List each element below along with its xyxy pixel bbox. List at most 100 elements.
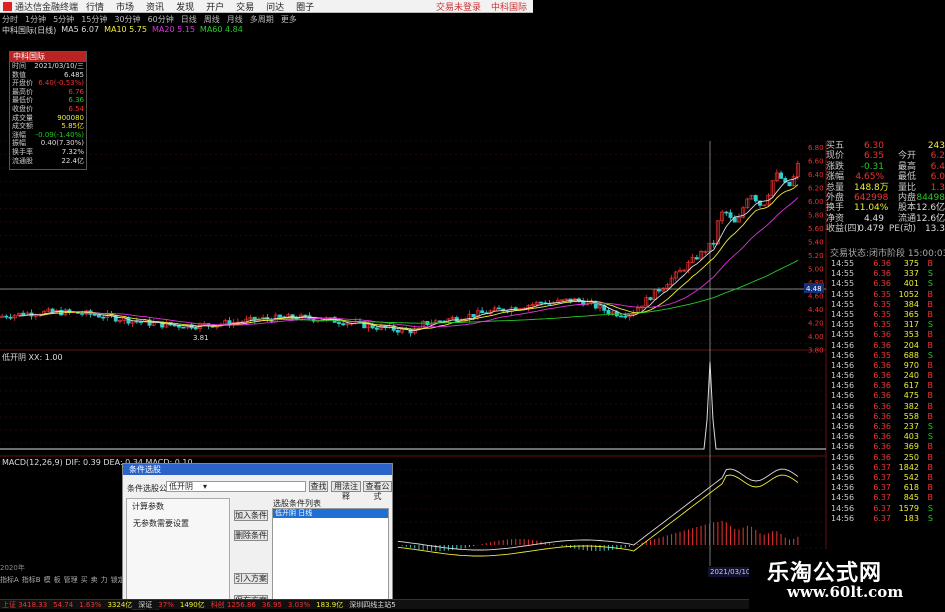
bar-info-key: 开盘价 (12, 79, 33, 88)
tick-row[interactable]: 14:55 6.36 337 S (831, 269, 945, 279)
index-status-item: 1.63% (79, 600, 102, 609)
tick-row[interactable]: 14:56 6.36 558 B (831, 412, 945, 422)
usage-notes-button[interactable]: 用法注释 (331, 481, 361, 501)
tick-direction: S (927, 350, 933, 360)
tick-row[interactable]: 14:55 6.35 384 B (831, 300, 945, 310)
tick-direction: B (927, 330, 934, 340)
quote-value: 4.65% (855, 172, 884, 183)
price-axis-label: 5.80 (808, 212, 824, 220)
tick-price: 6.35 (873, 350, 891, 360)
quote-label: 收益(四) (826, 224, 861, 235)
candle-body (779, 172, 784, 179)
indicator-tab[interactable]: 买 (81, 575, 88, 584)
import-scheme-button[interactable]: 引入方案 (234, 573, 268, 584)
bar-info-value: 7.32% (61, 147, 84, 156)
tick-volume: 375 (903, 259, 919, 268)
quote-label: 现价 (826, 151, 845, 162)
tick-list[interactable]: 14:55 6.36 375 B 14:55 6.36 337 S 14:55 6.36 401 S 1… (831, 259, 945, 524)
candle-body (539, 301, 544, 304)
view-formula-button[interactable]: 查看公式 (363, 481, 392, 501)
indicator-tab[interactable]: 模 (44, 575, 51, 584)
tick-row[interactable]: 14:56 6.36 240 B (831, 371, 945, 381)
tick-row[interactable]: 14:56 6.36 382 B (831, 402, 945, 412)
candle-body (50, 308, 55, 313)
indicator-tab[interactable]: 板 (54, 575, 61, 584)
formula-select[interactable]: 低开阴 ▾ (166, 481, 306, 492)
bar-info-row: 成交额 5.85亿 (10, 122, 86, 131)
tick-row[interactable]: 14:56 6.37 618 B (831, 483, 945, 493)
tick-row[interactable]: 14:56 6.37 1842 B (831, 463, 945, 473)
bar-info-key: 流通股 (12, 156, 33, 165)
tick-row[interactable]: 14:55 6.35 1052 B (831, 290, 945, 300)
tick-time: 14:56 (831, 391, 855, 401)
tick-price: 6.37 (873, 513, 891, 523)
tick-row[interactable]: 14:56 6.36 204 B (831, 341, 945, 351)
tick-row[interactable]: 14:56 6.36 475 B (831, 391, 945, 401)
indicator-tab[interactable]: 指标A (0, 575, 19, 584)
delete-condition-button[interactable]: 删除条件 (234, 530, 268, 541)
candle-body (694, 257, 699, 260)
bar-info-value: 6.76 (68, 87, 84, 96)
tick-time: 14:55 (831, 320, 855, 330)
bar-info-key: 换手率 (12, 147, 33, 156)
tick-volume: 353 (903, 330, 919, 340)
candle-body (728, 212, 733, 218)
tick-row[interactable]: 14:56 6.36 237 S (831, 422, 945, 432)
query-button[interactable]: 查找 (309, 481, 328, 492)
tick-price: 6.37 (873, 503, 891, 513)
tick-row[interactable]: 14:56 6.36 403 S (831, 432, 945, 442)
year-label: 2020年 (0, 564, 25, 572)
tick-row[interactable]: 14:56 6.36 250 B (831, 453, 945, 463)
index-status-item: 36.95 (261, 600, 282, 609)
candle-body (656, 289, 661, 292)
bar-info-key: 最低价 (12, 96, 33, 105)
tick-row[interactable]: 14:56 6.36 970 B (831, 361, 945, 371)
tick-volume: 1842 (898, 462, 919, 472)
tick-volume: 384 (903, 299, 919, 309)
tick-row[interactable]: 14:56 6.37 542 B (831, 473, 945, 483)
quote-row: 涨跌 -0.31 最高 6.4 (826, 162, 945, 172)
bar-info-key: 成交量 (12, 113, 33, 122)
tick-time: 14:55 (831, 309, 855, 319)
quote-label: 最低 (897, 172, 916, 183)
bar-info-box: 中科国际 时间 2021/03/10/三 数值 6.485 开盘价 6.40(-0.53%… (9, 51, 87, 170)
tick-volume: 237 (903, 422, 919, 431)
add-condition-button[interactable]: 加入条件 (234, 510, 268, 521)
candle-body (471, 314, 476, 318)
candle-body (139, 321, 144, 323)
tick-row[interactable]: 14:55 6.35 317 S (831, 320, 945, 330)
indicator-tab[interactable]: 卖 (91, 575, 98, 584)
tick-row[interactable]: 14:55 6.35 365 B (831, 310, 945, 320)
indicator-tab[interactable]: 管理 (64, 575, 78, 584)
bar-info-key: 时间 (12, 62, 26, 70)
watermark: 乐淘公式网 www.60lt.com (749, 549, 945, 609)
condition-list-item[interactable]: 低开阴 日线 (273, 509, 388, 518)
tick-row[interactable]: 14:56 6.36 617 B (831, 381, 945, 391)
quote-value: 84498 (916, 192, 945, 203)
tick-row[interactable]: 14:56 6.37 845 B (831, 493, 945, 503)
tick-time: 14:56 (831, 503, 855, 513)
candle-body (606, 310, 611, 314)
tick-volume: 250 (903, 452, 919, 462)
params-panel: 计算参数 无参数需要设置 (126, 498, 230, 606)
bar-info-title: 中科国际 (10, 52, 86, 62)
tick-row[interactable]: 14:56 6.37 183 S (831, 514, 945, 524)
tick-row[interactable]: 14:56 6.36 369 B (831, 442, 945, 452)
tick-time: 14:56 (831, 493, 855, 503)
indicator-tab[interactable]: 力 (101, 575, 108, 584)
candle-body (724, 211, 729, 214)
tick-row[interactable]: 14:55 6.36 353 B (831, 330, 945, 340)
tick-row[interactable]: 14:56 6.37 1579 S (831, 504, 945, 514)
tick-volume: 970 (903, 360, 919, 370)
tick-row[interactable]: 14:55 6.36 375 B (831, 259, 945, 269)
bar-info-row: 振幅 0.40(7.30%) (10, 139, 86, 148)
condition-list[interactable]: 低开阴 日线 (272, 508, 389, 607)
tick-time: 14:56 (831, 472, 855, 482)
indicator-tab[interactable]: 指标B (22, 575, 41, 584)
tick-row[interactable]: 14:55 6.36 401 S (831, 279, 945, 289)
tick-row[interactable]: 14:56 6.35 688 S (831, 351, 945, 361)
price-axis-label: 5.60 (808, 225, 824, 233)
tick-direction: S (927, 279, 933, 289)
quote-value: 6.0 (930, 172, 945, 183)
tick-time: 14:56 (831, 432, 855, 442)
